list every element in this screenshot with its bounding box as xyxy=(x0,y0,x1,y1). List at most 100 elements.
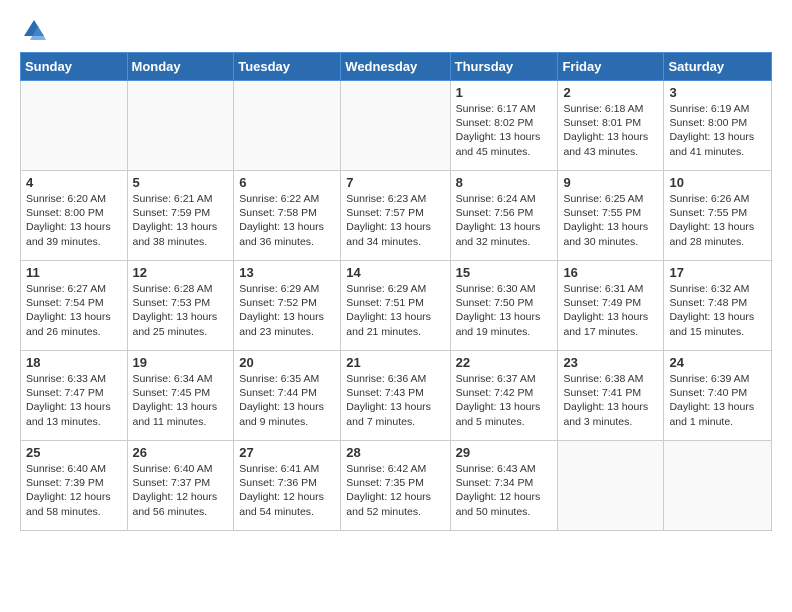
calendar-table: SundayMondayTuesdayWednesdayThursdayFrid… xyxy=(20,52,772,531)
day-number: 22 xyxy=(456,355,553,370)
logo-icon xyxy=(20,16,48,44)
day-info: Sunrise: 6:18 AM Sunset: 8:01 PM Dayligh… xyxy=(563,102,658,159)
day-number: 3 xyxy=(669,85,766,100)
calendar-cell: 12 Sunrise: 6:28 AM Sunset: 7:53 PM Dayli… xyxy=(127,261,234,351)
calendar-cell: 10 Sunrise: 6:26 AM Sunset: 7:55 PM Dayli… xyxy=(664,171,772,261)
column-header-monday: Monday xyxy=(127,53,234,81)
day-info: Sunrise: 6:17 AM Sunset: 8:02 PM Dayligh… xyxy=(456,102,553,159)
day-number: 21 xyxy=(346,355,444,370)
calendar-cell: 6 Sunrise: 6:22 AM Sunset: 7:58 PM Daylig… xyxy=(234,171,341,261)
logo xyxy=(20,16,52,44)
day-number: 26 xyxy=(133,445,229,460)
day-info: Sunrise: 6:35 AM Sunset: 7:44 PM Dayligh… xyxy=(239,372,335,429)
day-info: Sunrise: 6:29 AM Sunset: 7:51 PM Dayligh… xyxy=(346,282,444,339)
day-info: Sunrise: 6:41 AM Sunset: 7:36 PM Dayligh… xyxy=(239,462,335,519)
calendar-week-row: 25 Sunrise: 6:40 AM Sunset: 7:39 PM Dayli… xyxy=(21,441,772,531)
calendar-cell: 9 Sunrise: 6:25 AM Sunset: 7:55 PM Daylig… xyxy=(558,171,664,261)
day-info: Sunrise: 6:39 AM Sunset: 7:40 PM Dayligh… xyxy=(669,372,766,429)
calendar-cell: 26 Sunrise: 6:40 AM Sunset: 7:37 PM Dayli… xyxy=(127,441,234,531)
calendar-week-row: 18 Sunrise: 6:33 AM Sunset: 7:47 PM Dayli… xyxy=(21,351,772,441)
calendar-cell: 23 Sunrise: 6:38 AM Sunset: 7:41 PM Dayli… xyxy=(558,351,664,441)
day-info: Sunrise: 6:25 AM Sunset: 7:55 PM Dayligh… xyxy=(563,192,658,249)
column-header-saturday: Saturday xyxy=(664,53,772,81)
day-number: 25 xyxy=(26,445,122,460)
column-header-sunday: Sunday xyxy=(21,53,128,81)
day-info: Sunrise: 6:20 AM Sunset: 8:00 PM Dayligh… xyxy=(26,192,122,249)
calendar-cell: 4 Sunrise: 6:20 AM Sunset: 8:00 PM Daylig… xyxy=(21,171,128,261)
calendar-cell: 8Sunrise: 6:24 AM Sunset: 7:56 PM Daylig… xyxy=(450,171,558,261)
column-header-friday: Friday xyxy=(558,53,664,81)
day-number: 28 xyxy=(346,445,444,460)
day-info: Sunrise: 6:23 AM Sunset: 7:57 PM Dayligh… xyxy=(346,192,444,249)
day-number: 23 xyxy=(563,355,658,370)
calendar-cell: 24 Sunrise: 6:39 AM Sunset: 7:40 PM Dayli… xyxy=(664,351,772,441)
day-info: Sunrise: 6:34 AM Sunset: 7:45 PM Dayligh… xyxy=(133,372,229,429)
day-info: Sunrise: 6:22 AM Sunset: 7:58 PM Dayligh… xyxy=(239,192,335,249)
day-number: 12 xyxy=(133,265,229,280)
calendar-cell xyxy=(234,81,341,171)
calendar-week-row: 1 Sunrise: 6:17 AM Sunset: 8:02 PM Daylig… xyxy=(21,81,772,171)
day-number: 13 xyxy=(239,265,335,280)
day-info: Sunrise: 6:30 AM Sunset: 7:50 PM Dayligh… xyxy=(456,282,553,339)
day-info: Sunrise: 6:40 AM Sunset: 7:37 PM Dayligh… xyxy=(133,462,229,519)
day-number: 14 xyxy=(346,265,444,280)
day-info: Sunrise: 6:42 AM Sunset: 7:35 PM Dayligh… xyxy=(346,462,444,519)
day-number: 19 xyxy=(133,355,229,370)
day-number: 17 xyxy=(669,265,766,280)
calendar-cell: 20 Sunrise: 6:35 AM Sunset: 7:44 PM Dayli… xyxy=(234,351,341,441)
day-info: Sunrise: 6:33 AM Sunset: 7:47 PM Dayligh… xyxy=(26,372,122,429)
day-number: 20 xyxy=(239,355,335,370)
day-number: 27 xyxy=(239,445,335,460)
day-number: 7 xyxy=(346,175,444,190)
day-number: 6 xyxy=(239,175,335,190)
calendar-cell: 19 Sunrise: 6:34 AM Sunset: 7:45 PM Dayli… xyxy=(127,351,234,441)
calendar-cell: 25 Sunrise: 6:40 AM Sunset: 7:39 PM Dayli… xyxy=(21,441,128,531)
calendar-cell: 13 Sunrise: 6:29 AM Sunset: 7:52 PM Dayli… xyxy=(234,261,341,351)
calendar-cell: 22 Sunrise: 6:37 AM Sunset: 7:42 PM Dayli… xyxy=(450,351,558,441)
calendar-week-row: 11 Sunrise: 6:27 AM Sunset: 7:54 PM Dayli… xyxy=(21,261,772,351)
calendar-cell xyxy=(664,441,772,531)
day-info: Sunrise: 6:37 AM Sunset: 7:42 PM Dayligh… xyxy=(456,372,553,429)
calendar-cell: 28 Sunrise: 6:42 AM Sunset: 7:35 PM Dayli… xyxy=(341,441,450,531)
day-info: Sunrise: 6:19 AM Sunset: 8:00 PM Dayligh… xyxy=(669,102,766,159)
day-number: 10 xyxy=(669,175,766,190)
day-info: Sunrise: 6:28 AM Sunset: 7:53 PM Dayligh… xyxy=(133,282,229,339)
calendar-cell: 18 Sunrise: 6:33 AM Sunset: 7:47 PM Dayli… xyxy=(21,351,128,441)
column-header-tuesday: Tuesday xyxy=(234,53,341,81)
calendar-cell: 16 Sunrise: 6:31 AM Sunset: 7:49 PM Dayli… xyxy=(558,261,664,351)
day-number: 11 xyxy=(26,265,122,280)
day-number: 2 xyxy=(563,85,658,100)
day-number: 15 xyxy=(456,265,553,280)
column-header-thursday: Thursday xyxy=(450,53,558,81)
day-number: 24 xyxy=(669,355,766,370)
day-info: Sunrise: 6:29 AM Sunset: 7:52 PM Dayligh… xyxy=(239,282,335,339)
calendar-cell xyxy=(341,81,450,171)
calendar-cell: 21Sunrise: 6:36 AM Sunset: 7:43 PM Dayli… xyxy=(341,351,450,441)
calendar-cell xyxy=(21,81,128,171)
calendar-cell: 7 Sunrise: 6:23 AM Sunset: 7:57 PM Daylig… xyxy=(341,171,450,261)
calendar-cell: 17 Sunrise: 6:32 AM Sunset: 7:48 PM Dayli… xyxy=(664,261,772,351)
calendar-cell xyxy=(558,441,664,531)
day-number: 18 xyxy=(26,355,122,370)
day-number: 5 xyxy=(133,175,229,190)
calendar-cell: 3 Sunrise: 6:19 AM Sunset: 8:00 PM Daylig… xyxy=(664,81,772,171)
calendar-cell: 1 Sunrise: 6:17 AM Sunset: 8:02 PM Daylig… xyxy=(450,81,558,171)
day-number: 16 xyxy=(563,265,658,280)
calendar-cell: 14 Sunrise: 6:29 AM Sunset: 7:51 PM Dayli… xyxy=(341,261,450,351)
calendar-cell: 29Sunrise: 6:43 AM Sunset: 7:34 PM Dayli… xyxy=(450,441,558,531)
calendar-cell: 11 Sunrise: 6:27 AM Sunset: 7:54 PM Dayli… xyxy=(21,261,128,351)
calendar-cell: 2 Sunrise: 6:18 AM Sunset: 8:01 PM Daylig… xyxy=(558,81,664,171)
day-info: Sunrise: 6:31 AM Sunset: 7:49 PM Dayligh… xyxy=(563,282,658,339)
day-number: 1 xyxy=(456,85,553,100)
day-info: Sunrise: 6:26 AM Sunset: 7:55 PM Dayligh… xyxy=(669,192,766,249)
page-header xyxy=(20,16,772,44)
calendar-cell: 27 Sunrise: 6:41 AM Sunset: 7:36 PM Dayli… xyxy=(234,441,341,531)
day-info: Sunrise: 6:24 AM Sunset: 7:56 PM Dayligh… xyxy=(456,192,553,249)
day-number: 9 xyxy=(563,175,658,190)
day-info: Sunrise: 6:38 AM Sunset: 7:41 PM Dayligh… xyxy=(563,372,658,429)
day-number: 4 xyxy=(26,175,122,190)
day-info: Sunrise: 6:40 AM Sunset: 7:39 PM Dayligh… xyxy=(26,462,122,519)
day-info: Sunrise: 6:32 AM Sunset: 7:48 PM Dayligh… xyxy=(669,282,766,339)
day-info: Sunrise: 6:27 AM Sunset: 7:54 PM Dayligh… xyxy=(26,282,122,339)
day-info: Sunrise: 6:43 AM Sunset: 7:34 PM Dayligh… xyxy=(456,462,553,519)
